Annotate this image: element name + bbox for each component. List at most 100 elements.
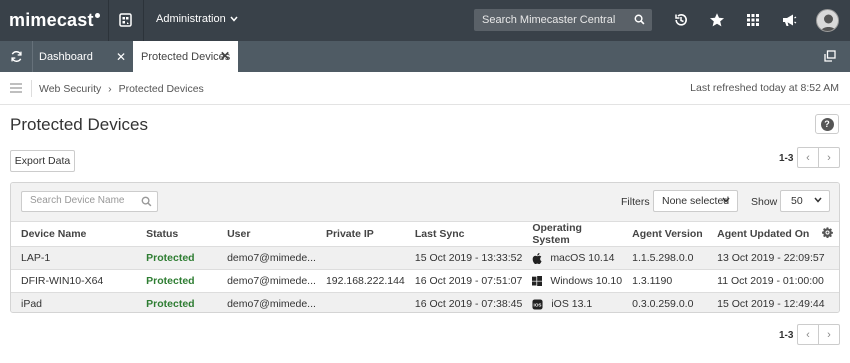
tab-protected-devices[interactable]: Protected Devices ✕ (133, 41, 238, 72)
help-icon: ? (820, 117, 834, 131)
column-header-user[interactable]: User (217, 221, 316, 247)
pager-range-top: 1-3 (779, 153, 794, 164)
column-header-last-sync[interactable]: Last Sync (404, 221, 523, 247)
help-button[interactable]: ? (815, 114, 839, 134)
last-sync-cell: 16 Oct 2019 - 07:51:07 (404, 269, 523, 293)
show-label: Show (751, 196, 778, 208)
top-navigation-bar: mimecast Administration (0, 0, 850, 41)
table-row[interactable]: LAP-1 Protected demo7@mimede... 15 Oct 2… (11, 246, 839, 270)
apps-launcher-icon[interactable] (118, 12, 134, 28)
agent-updated-cell: 13 Oct 2019 - 22:09:57 (707, 246, 839, 270)
os-label: Windows 10.10 (550, 275, 623, 287)
open-new-window-icon[interactable] (824, 50, 836, 62)
column-settings[interactable] (815, 221, 839, 247)
devices-table: Device Name Status User Private IP Last … (11, 221, 839, 312)
next-page-button[interactable]: › (818, 147, 840, 168)
divider (31, 80, 32, 97)
filters-selected-value: None selected (662, 195, 730, 207)
gear-icon[interactable] (822, 227, 833, 239)
tab-bar: Dashboard ✕ Protected Devices ✕ (0, 41, 850, 72)
operating-system-cell: macOS 10.14 (522, 246, 623, 270)
operating-system-cell: iOS iOS 13.1 (522, 292, 623, 312)
agent-version-cell: 1.3.1190 (622, 269, 708, 293)
agent-updated-cell: 11 Oct 2019 - 01:00:00 (707, 269, 839, 293)
close-icon[interactable]: ✕ (220, 49, 230, 63)
os-label: macOS 10.14 (550, 252, 615, 264)
global-search-input[interactable] (482, 14, 632, 26)
devices-panel: Filters None selected Show 50 Device Nam… (10, 182, 840, 313)
agent-version-cell: 1.1.5.298.0.0 (622, 246, 708, 270)
column-header-status[interactable]: Status (136, 221, 218, 247)
apple-icon (533, 252, 542, 264)
device-name-cell: DFIR-WIN10-X64 (11, 269, 137, 293)
private-ip-cell (315, 246, 405, 270)
next-page-button[interactable]: › (818, 324, 840, 345)
breadcrumb: Web Security › Protected Devices (39, 83, 204, 95)
column-header-device-name[interactable]: Device Name (11, 221, 137, 247)
breadcrumb-separator: › (108, 83, 112, 95)
breadcrumb-web-security[interactable]: Web Security (39, 83, 101, 95)
search-icon[interactable] (141, 196, 152, 207)
page-size-dropdown[interactable]: 50 (780, 190, 830, 212)
device-search-input[interactable] (30, 195, 140, 206)
administration-menu[interactable]: Administration (156, 13, 238, 25)
last-sync-cell: 15 Oct 2019 - 13:33:52 (404, 246, 523, 270)
ios-icon: iOS (532, 298, 543, 310)
user-cell: demo7@mimede... (217, 246, 316, 270)
export-data-button[interactable]: Export Data (10, 150, 75, 172)
favorites-star-icon[interactable] (709, 12, 725, 28)
tab-label: Protected Devices (141, 50, 231, 63)
mimecast-logo[interactable]: mimecast (9, 10, 100, 31)
user-cell: demo7@mimede... (217, 269, 316, 293)
user-avatar[interactable] (816, 9, 839, 32)
windows-icon (532, 276, 543, 286)
table-row[interactable]: DFIR-WIN10-X64 Protected demo7@mimede...… (11, 269, 839, 293)
pager-range-bottom: 1-3 (779, 330, 794, 341)
previous-page-button[interactable]: ‹ (797, 324, 819, 345)
refresh-tabs-icon[interactable] (10, 50, 23, 63)
filter-toolbar: Filters None selected Show 50 (11, 183, 839, 221)
filters-label: Filters (621, 196, 650, 208)
status-cell: Protected (136, 269, 218, 293)
breadcrumb-bar: Web Security › Protected Devices Last re… (0, 72, 850, 105)
filters-dropdown[interactable]: None selected (653, 190, 738, 212)
divider (108, 0, 109, 41)
device-name-cell: LAP-1 (11, 246, 137, 270)
search-icon[interactable] (634, 14, 645, 25)
history-icon[interactable] (673, 12, 689, 28)
app-grid-icon[interactable] (745, 12, 761, 28)
global-search[interactable] (474, 9, 652, 31)
hamburger-menu-icon[interactable] (10, 83, 22, 93)
column-header-private-ip[interactable]: Private IP (315, 221, 405, 247)
private-ip-cell (315, 292, 405, 312)
status-cell: Protected (136, 292, 218, 312)
agent-version-cell: 0.3.0.259.0.0 (622, 292, 708, 312)
status-cell: Protected (136, 246, 218, 270)
previous-page-button[interactable]: ‹ (797, 147, 819, 168)
operating-system-cell: Windows 10.10 (522, 269, 623, 293)
page-size-value: 50 (791, 195, 803, 207)
agent-updated-cell: 15 Oct 2019 - 12:49:44 (707, 292, 839, 312)
device-search[interactable] (21, 191, 158, 212)
private-ip-cell: 192.168.222.144 (315, 269, 405, 293)
tab-dashboard[interactable]: Dashboard ✕ (32, 41, 132, 72)
user-cell: demo7@mimede... (217, 292, 316, 312)
chevron-down-icon (814, 197, 822, 203)
table-header-row: Device Name Status User Private IP Last … (11, 221, 839, 247)
divider (143, 0, 144, 41)
os-label: iOS 13.1 (551, 298, 593, 310)
table-row[interactable]: iPad Protected demo7@mimede... 16 Oct 20… (11, 292, 839, 312)
last-sync-cell: 16 Oct 2019 - 07:38:45 (404, 292, 523, 312)
column-header-operating-system[interactable]: Operating System (522, 221, 623, 247)
breadcrumb-current: Protected Devices (118, 83, 204, 95)
chevron-down-icon (722, 197, 730, 203)
administration-label: Administration (156, 13, 226, 25)
page-title: Protected Devices (10, 115, 148, 134)
close-icon[interactable]: ✕ (116, 50, 126, 64)
column-header-agent-version[interactable]: Agent Version (622, 221, 708, 247)
chevron-down-icon (230, 16, 238, 22)
svg-text:iOS: iOS (534, 302, 542, 307)
column-header-agent-updated-on[interactable]: Agent Updated On (707, 221, 816, 247)
announcements-megaphone-icon[interactable] (781, 12, 797, 28)
tab-label: Dashboard (39, 50, 93, 63)
